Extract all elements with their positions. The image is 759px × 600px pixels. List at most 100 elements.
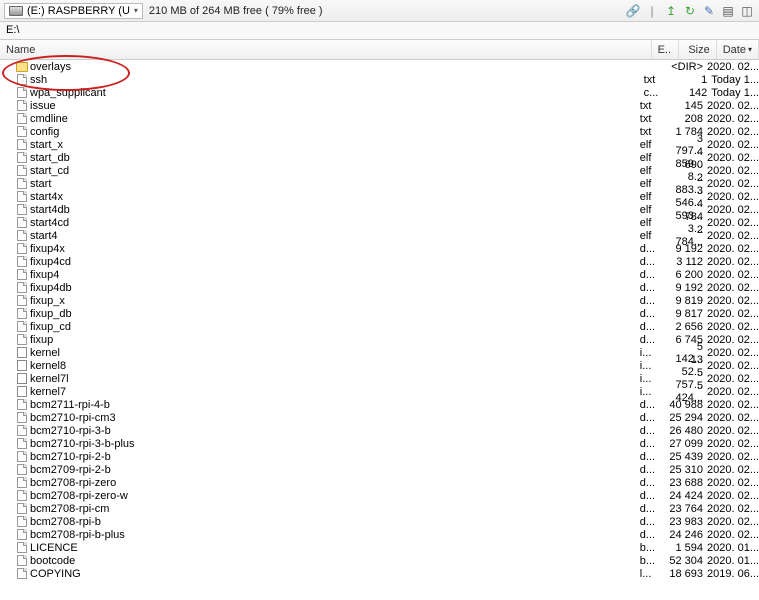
file-row[interactable]: fixup4dbd...9 1922020. 02... (0, 281, 759, 294)
file-row[interactable]: start4cdelf784 3...2020. 02... (0, 216, 759, 229)
file-row[interactable]: fixup_cdd...2 6562020. 02... (0, 320, 759, 333)
file-row[interactable]: cmdlinetxt2082020. 02... (0, 112, 759, 125)
file-row[interactable]: bcm2708-rpi-bd...23 9832020. 02... (0, 515, 759, 528)
file-icon (16, 334, 28, 345)
file-date: 2020. 01... (703, 555, 759, 567)
file-date: 2020. 02... (703, 412, 759, 424)
file-list[interactable]: overlays<DIR>2020. 02...sshtxt1Today 1..… (0, 60, 759, 600)
header-size[interactable]: Size (679, 40, 716, 59)
file-row[interactable]: kerneli...5 142...2020. 02... (0, 346, 759, 359)
file-row[interactable]: start_xelf3 797...2020. 02... (0, 138, 759, 151)
file-icon (16, 529, 28, 540)
file-row[interactable]: kernel8i...13 52...2020. 02... (0, 359, 759, 372)
file-row[interactable]: startelf2 883...2020. 02... (0, 177, 759, 190)
file-date: 2020. 02... (703, 360, 759, 372)
file-size: 27 099 (667, 438, 703, 450)
file-name: bcm2708-rpi-zero-w (30, 490, 128, 502)
file-date: 2020. 02... (703, 321, 759, 333)
file-row[interactable]: issuetxt1452020. 02... (0, 99, 759, 112)
file-date: 2020. 02... (703, 503, 759, 515)
file-name: fixup4db (30, 282, 72, 294)
file-name: bcm2709-rpi-2-b (30, 464, 111, 476)
split-icon[interactable]: ◫ (739, 3, 755, 19)
file-date: Today 1... (707, 87, 759, 99)
file-icon (16, 464, 28, 475)
file-ext: c... (644, 87, 671, 99)
file-size: 9 819 (667, 295, 703, 307)
file-date: 2020. 02... (703, 386, 759, 398)
file-row[interactable]: start4xelf3 546...2020. 02... (0, 190, 759, 203)
file-row[interactable]: bootcodeb...52 3042020. 01... (0, 554, 759, 567)
file-icon (16, 568, 28, 579)
refresh-icon[interactable]: ↻ (682, 3, 698, 19)
file-ext: d... (640, 243, 667, 255)
file-row[interactable]: start_cdelf690 8...2020. 02... (0, 164, 759, 177)
file-ext: i... (640, 347, 667, 359)
file-ext: d... (640, 529, 667, 541)
file-row[interactable]: sshtxt1Today 1... (0, 73, 759, 86)
file-row[interactable]: bcm2710-rpi-2-bd...25 4392020. 02... (0, 450, 759, 463)
wand-icon[interactable]: ✎ (701, 3, 717, 19)
file-row[interactable]: kernel7li...5 757...2020. 02... (0, 372, 759, 385)
header-date[interactable]: Date▾ (717, 40, 759, 59)
file-ext: txt (640, 126, 667, 138)
link-icon[interactable]: 🔗 (625, 3, 641, 19)
drive-selector[interactable]: (E:) RASPBERRY (U ▾ (4, 3, 143, 19)
toolbar: (E:) RASPBERRY (U ▾ 210 MB of 264 MB fre… (0, 0, 759, 22)
file-date: 2020. 02... (703, 425, 759, 437)
file-size: 18 693 (667, 568, 703, 580)
file-name: cmdline (30, 113, 68, 125)
file-row[interactable]: fixup4xd...9 1922020. 02... (0, 242, 759, 255)
file-size: 24 424 (667, 490, 703, 502)
file-row[interactable]: fixup_xd...9 8192020. 02... (0, 294, 759, 307)
file-row[interactable]: kernel7i...5 424...2020. 02... (0, 385, 759, 398)
file-name: fixup (30, 334, 53, 346)
file-name: start4 (30, 230, 58, 242)
file-icon (16, 178, 28, 189)
file-ext: b... (640, 542, 667, 554)
file-row[interactable]: bcm2709-rpi-2-bd...25 3102020. 02... (0, 463, 759, 476)
file-date: 2020. 02... (703, 399, 759, 411)
file-row[interactable]: wpa_supplicantc...142Today 1... (0, 86, 759, 99)
file-ext: elf (640, 191, 667, 203)
file-row[interactable]: COPYINGl...18 6932019. 06... (0, 567, 759, 580)
file-ext: d... (640, 256, 667, 268)
path-bar[interactable]: E:\ (0, 22, 759, 40)
file-ext: txt (644, 74, 671, 86)
file-row[interactable]: start_dbelf4 859...2020. 02... (0, 151, 759, 164)
file-ext: d... (640, 451, 667, 463)
file-row[interactable]: overlays<DIR>2020. 02... (0, 60, 759, 73)
file-row[interactable]: bcm2710-rpi-cm3d...25 2942020. 02... (0, 411, 759, 424)
file-date: 2020. 02... (703, 308, 759, 320)
file-row[interactable]: bcm2708-rpi-zero-wd...24 4242020. 02... (0, 489, 759, 502)
file-name: fixup_x (30, 295, 65, 307)
list-icon[interactable]: ▤ (720, 3, 736, 19)
file-row[interactable]: bcm2710-rpi-3-b-plusd...27 0992020. 02..… (0, 437, 759, 450)
file-row[interactable]: start4dbelf4 593...2020. 02... (0, 203, 759, 216)
file-date: 2020. 02... (703, 516, 759, 528)
file-date: 2020. 02... (703, 139, 759, 151)
file-row[interactable]: LICENCEb...1 5942020. 01... (0, 541, 759, 554)
file-row[interactable]: bcm2708-rpi-cmd...23 7642020. 02... (0, 502, 759, 515)
file-name: start_x (30, 139, 63, 151)
file-row[interactable]: bcm2708-rpi-zerod...23 6882020. 02... (0, 476, 759, 489)
file-date: 2020. 02... (703, 256, 759, 268)
file-row[interactable]: configtxt1 7842020. 02... (0, 125, 759, 138)
header-name[interactable]: Name (0, 40, 652, 59)
up-arrow-icon[interactable]: ↥ (663, 3, 679, 19)
file-row[interactable]: start4elf2 784...2020. 02... (0, 229, 759, 242)
file-row[interactable]: fixup4d...6 2002020. 02... (0, 268, 759, 281)
file-row[interactable]: bcm2708-rpi-b-plusd...24 2462020. 02... (0, 528, 759, 541)
file-row[interactable]: fixup4cdd...3 1122020. 02... (0, 255, 759, 268)
file-icon (16, 451, 28, 462)
file-name: bcm2710-rpi-3-b (30, 425, 111, 437)
file-row[interactable]: fixup_dbd...9 8172020. 02... (0, 307, 759, 320)
file-row[interactable]: bcm2711-rpi-4-bd...40 9882020. 02... (0, 398, 759, 411)
file-icon (16, 74, 28, 85)
file-row[interactable]: fixupd...6 7452020. 02... (0, 333, 759, 346)
folder-icon (16, 61, 28, 72)
file-row[interactable]: bcm2710-rpi-3-bd...26 4802020. 02... (0, 424, 759, 437)
file-name: start_db (30, 152, 70, 164)
file-ext: i... (640, 386, 667, 398)
header-ext[interactable]: E.. (652, 40, 680, 59)
